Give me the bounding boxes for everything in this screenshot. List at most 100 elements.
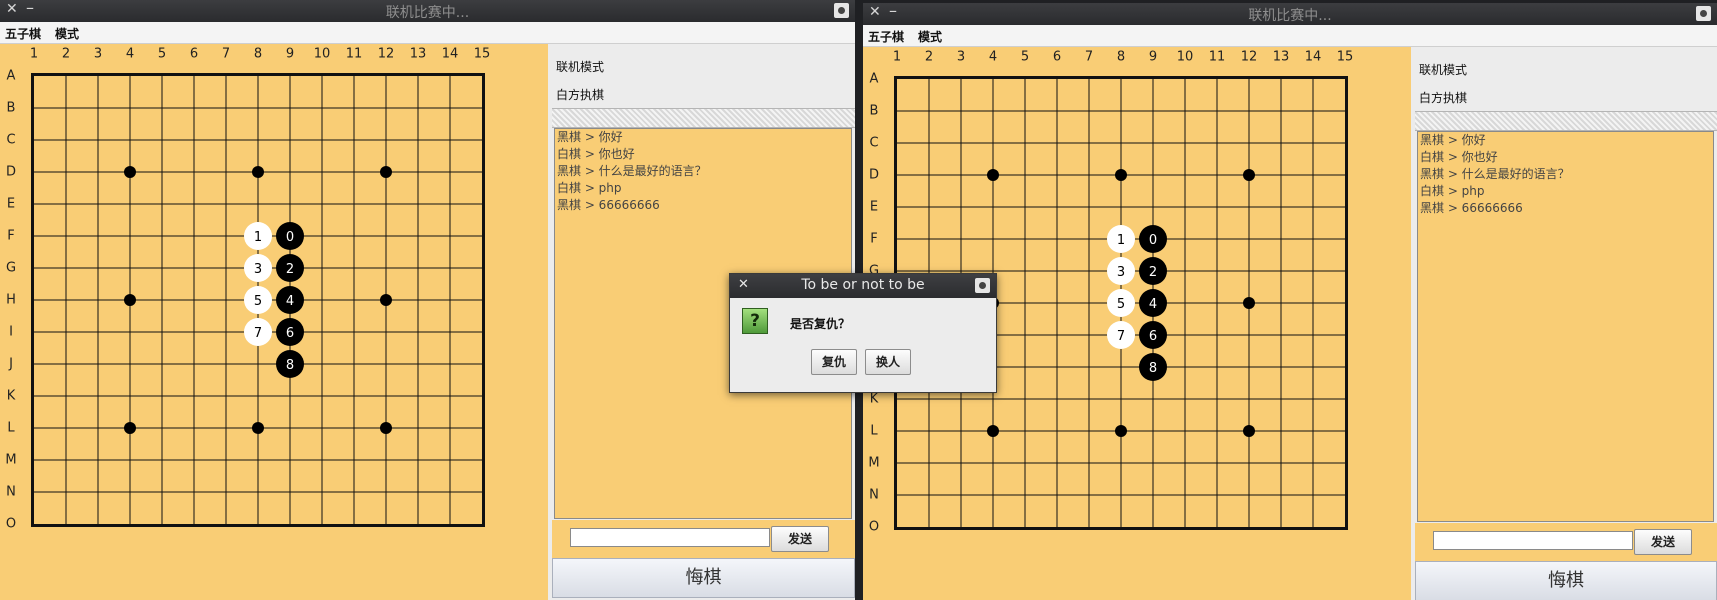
splitter[interactable] [1415,111,1717,131]
column-label: 12 [377,46,395,62]
row-label: H [6,292,16,308]
stone-number: 4 [286,294,294,309]
stone-number: 0 [1149,233,1157,248]
column-label: 13 [409,46,427,62]
star-point [380,294,392,306]
stone-number: 3 [254,262,262,277]
title-bar[interactable]: ✕ – 联机比赛中... [0,0,855,22]
row-label: J [9,356,13,372]
column-label: 15 [1336,49,1354,65]
row-label: E [869,199,879,215]
menu-mode[interactable]: 模式 [55,25,79,42]
row-label: F [870,231,878,247]
row-label: N [869,487,879,503]
turn-label: 白方执棋 [556,88,605,102]
stone-number: 1 [1117,233,1125,248]
star-point [380,166,392,178]
column-label: 5 [1020,49,1030,65]
chat-message: 黑棋 > 66666666 [557,198,660,212]
star-point [1115,425,1127,437]
star-point [124,294,136,306]
side-panel: 联机模式 白方执棋 黑棋 > 你好 白棋 > 你也好 黑棋 > 什么是最好的语言… [1415,47,1717,600]
column-label: 14 [1304,49,1322,65]
java-app-icon [975,278,990,293]
stone-number: 2 [1149,265,1157,280]
star-point [987,169,999,181]
column-label: 4 [988,49,998,65]
chat-input[interactable] [570,528,770,547]
column-label: 6 [189,46,199,62]
row-label: C [869,135,879,151]
column-label: 4 [125,46,135,62]
splitter[interactable] [552,108,855,128]
java-app-icon [834,3,849,18]
switch-player-button[interactable]: 换人 [865,349,911,375]
chat-message: 白棋 > php [557,181,622,195]
star-point [1115,169,1127,181]
undo-button[interactable]: 悔棋 [1415,561,1717,600]
column-label: 13 [1272,49,1290,65]
star-point [380,422,392,434]
undo-button[interactable]: 悔棋 [552,558,855,598]
mode-label: 联机模式 [556,60,605,74]
title-bar[interactable]: ✕ – 联机比赛中... [863,3,1717,25]
chat-message: 黑棋 > 什么是最好的语言？ [1420,167,1570,181]
status-info: 联机模式 白方执棋 [1415,51,1717,109]
game-window-1: ✕ – 联机比赛中... 五子棋 模式 1 2 3 4 5 6 7 8 9 10 11 12 13 14 1… [0,0,855,600]
column-label: 14 [441,46,459,62]
go-board[interactable]: 0 1 2 3 4 5 6 7 8 [31,73,485,527]
status-info: 联机模式 白方执棋 [552,48,855,106]
send-row: 发送 [1415,523,1717,561]
column-label: 7 [1084,49,1094,65]
stone-number: 2 [286,262,294,277]
row-label: M [868,455,880,471]
rematch-button[interactable]: 复仇 [811,349,857,375]
chat-message: 黑棋 > 什么是最好的语言？ [557,164,707,178]
chat-input[interactable] [1433,531,1633,550]
menu-bar: 五子棋 模式 [0,22,855,44]
row-label: A [869,71,879,87]
row-label: G [5,260,17,276]
send-button[interactable]: 发送 [1634,529,1692,555]
window-title: 联机比赛中... [385,5,470,21]
stone-number: 7 [254,326,262,341]
row-label: L [870,423,878,439]
rematch-dialog: ✕ To be or not to be ? 是否复仇？ 复仇 换人 [729,273,997,393]
column-label: 3 [93,46,103,62]
column-label: 3 [956,49,966,65]
column-label: 11 [345,46,363,62]
board-grid: 0 1 2 3 4 5 6 7 8 [34,76,482,524]
menu-gomoku[interactable]: 五子棋 [5,25,41,42]
menu-mode[interactable]: 模式 [918,28,942,45]
dialog-title-bar[interactable]: ✕ To be or not to be [730,274,996,298]
star-point [1243,297,1255,309]
send-button[interactable]: 发送 [771,526,829,552]
send-row: 发送 [552,520,855,558]
star-point [1243,169,1255,181]
stone-number: 8 [1149,361,1157,376]
row-label: B [869,103,879,119]
stone-number: 5 [254,294,262,309]
row-label: K [869,391,879,407]
chat-message: 白棋 > php [1420,184,1485,198]
column-label: 12 [1240,49,1258,65]
column-label: 8 [253,46,263,62]
stone-number: 7 [1117,329,1125,344]
row-label: M [5,452,17,468]
stone-number: 5 [1117,297,1125,312]
row-label: F [7,228,15,244]
row-label: K [6,388,16,404]
column-label: 10 [1176,49,1194,65]
column-label: 7 [221,46,231,62]
chat-message: 黑棋 > 你好 [1420,133,1486,147]
star-point [124,166,136,178]
menu-gomoku[interactable]: 五子棋 [868,28,904,45]
column-label: 2 [924,49,934,65]
window-title: 联机比赛中... [1248,8,1332,24]
column-label: 9 [285,46,295,62]
question-icon: ? [742,308,768,334]
row-label: D [5,164,17,180]
column-label: 1 [29,46,39,62]
column-label: 2 [61,46,71,62]
stone-number: 1 [254,230,262,245]
